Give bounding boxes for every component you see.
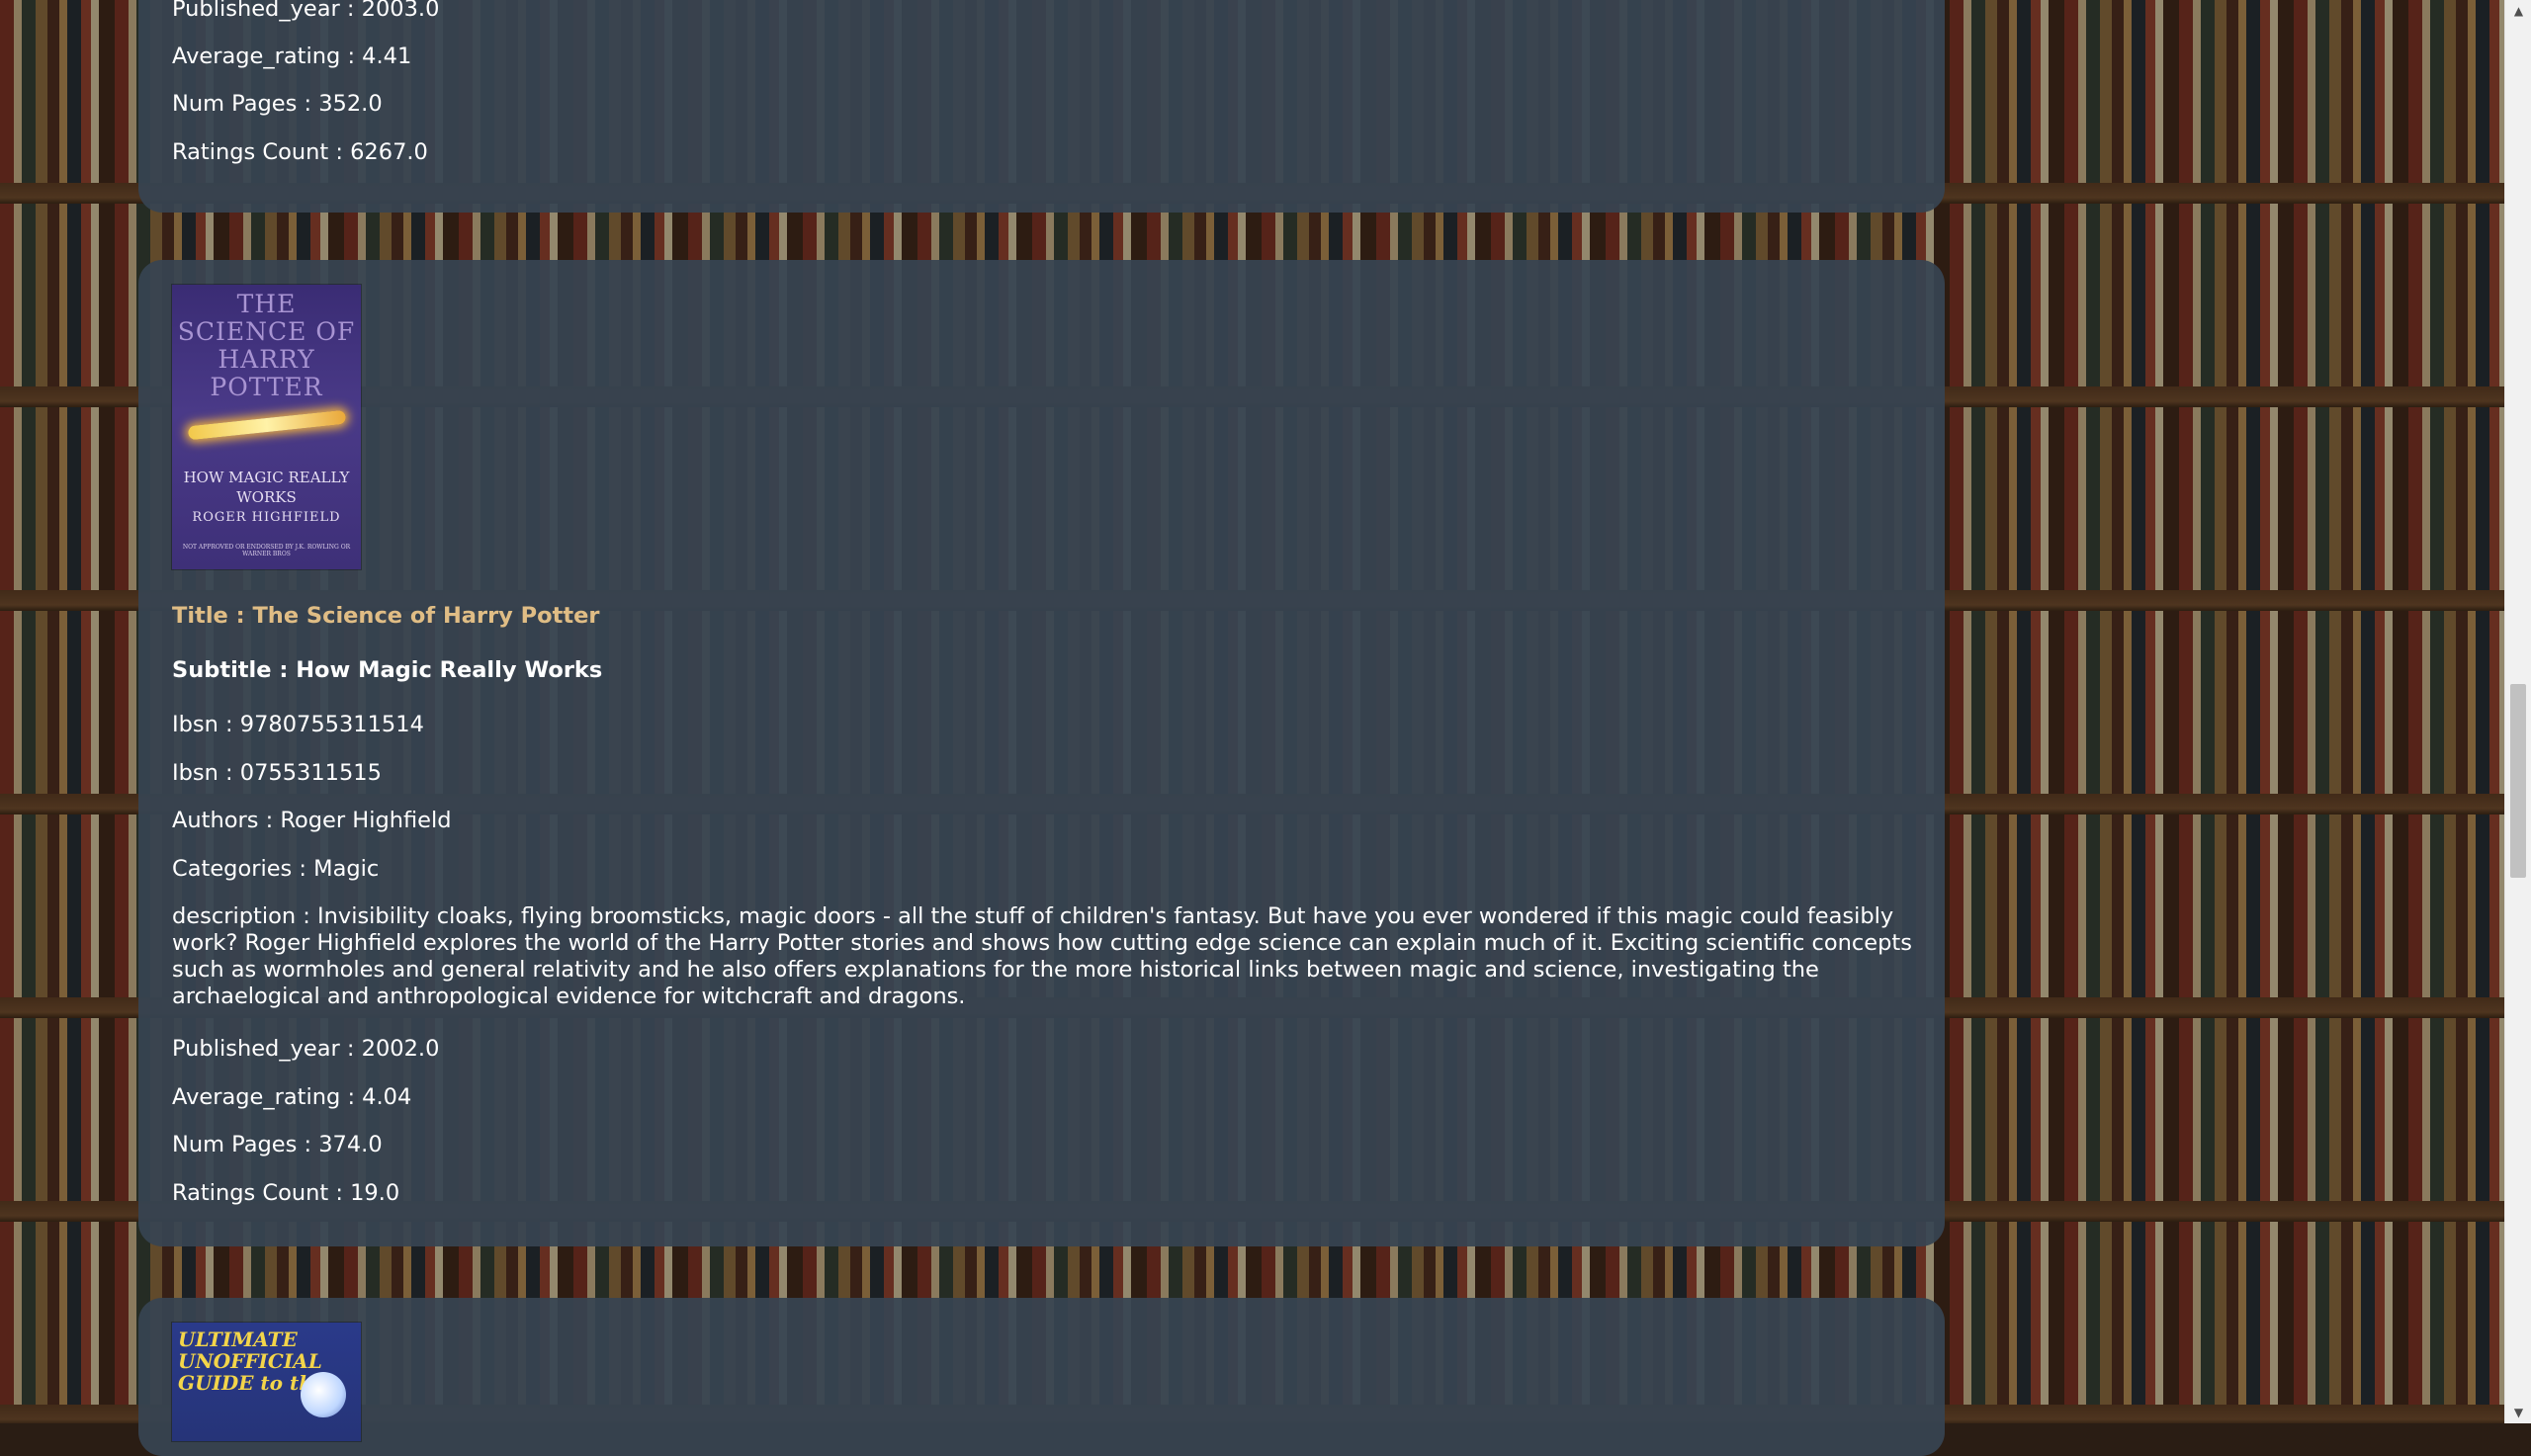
cover-note: NOT APPROVED OR ENDORSED BY J.K. ROWLING… [182, 544, 351, 557]
average-rating: Average_rating : 4.04 [172, 1084, 412, 1110]
vertical-scrollbar[interactable]: ▲ ▼ [2504, 0, 2531, 1423]
arrow-up-icon[interactable]: ▲ [2505, 0, 2531, 22]
num-pages: Num Pages : 374.0 [172, 1132, 383, 1157]
book-title: Title : The Science of Harry Potter [172, 603, 600, 629]
book-cover-image: THE SCIENCE OF HARRY POTTER HOW MAGIC RE… [172, 285, 361, 569]
arrow-down-icon[interactable]: ▼ [2505, 1402, 2531, 1423]
published-year: Published_year : 2003.0 [172, 0, 440, 22]
book-card: ULTIMATE UNOFFICIAL GUIDE to the [138, 1298, 1945, 1456]
book-subtitle: Subtitle : How Magic Really Works [172, 657, 603, 683]
cover-subtitle: HOW MAGIC REALLY WORKS [183, 469, 350, 506]
book-card: Published_year : 2003.0 Average_rating :… [138, 0, 1945, 213]
num-pages: Num Pages : 352.0 [172, 91, 383, 117]
isbn-10: Ibsn : 0755311515 [172, 760, 382, 786]
book-results-page: Published_year : 2003.0 Average_rating :… [0, 0, 2504, 1456]
crystal-ball-illustration [301, 1372, 346, 1417]
ratings-count: Ratings Count : 19.0 [172, 1180, 400, 1206]
wand-illustration [187, 409, 347, 441]
cover-author: ROGER HIGHFIELD [192, 510, 341, 525]
published-year: Published_year : 2002.0 [172, 1036, 440, 1062]
description: description : Invisibility cloaks, flyin… [172, 903, 1912, 1009]
cover-title: THE SCIENCE OF HARRY POTTER [177, 290, 356, 401]
isbn-13: Ibsn : 9780755311514 [172, 712, 424, 737]
book-cover-image: ULTIMATE UNOFFICIAL GUIDE to the [172, 1323, 361, 1441]
book-card: THE SCIENCE OF HARRY POTTER HOW MAGIC RE… [138, 260, 1945, 1246]
categories: Categories : Magic [172, 856, 380, 882]
authors: Authors : Roger Highfield [172, 808, 452, 833]
scrollbar-thumb[interactable] [2510, 684, 2526, 878]
ratings-count: Ratings Count : 6267.0 [172, 139, 428, 165]
average-rating: Average_rating : 4.41 [172, 43, 412, 69]
